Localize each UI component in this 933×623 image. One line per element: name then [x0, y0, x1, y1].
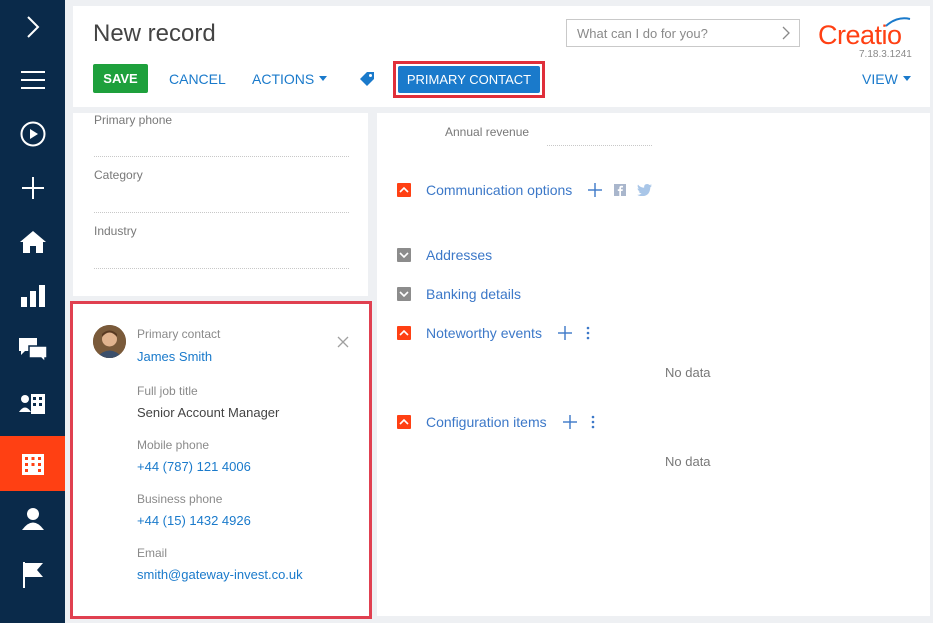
expand-toggle-icon[interactable]: [397, 287, 411, 301]
plus-icon: [21, 177, 44, 199]
category-field[interactable]: [94, 212, 349, 213]
sidebar-toggle-button[interactable]: [0, 0, 65, 54]
chevron-right-icon: [26, 16, 39, 38]
noteworthy-events-title[interactable]: Noteworthy events: [426, 325, 542, 341]
logo-arc-icon: [885, 17, 911, 27]
close-icon[interactable]: [337, 336, 349, 348]
play-circle-icon: [20, 121, 45, 147]
add-icon[interactable]: [557, 326, 572, 340]
sidebar-item-buildings[interactable]: [0, 436, 65, 491]
chevron-right-icon[interactable]: [781, 25, 791, 41]
view-label: VIEW: [862, 70, 898, 87]
configuration-items-title[interactable]: Configuration items: [426, 414, 547, 430]
job-title-value: Senior Account Manager: [137, 405, 280, 420]
tag-icon[interactable]: [359, 71, 375, 87]
expand-toggle-icon[interactable]: [397, 248, 411, 262]
page-header: New record Creatio 7.18.3.1241 SAVE CANC…: [73, 6, 930, 107]
sidebar-item-dashboards[interactable]: [0, 269, 65, 323]
facebook-icon[interactable]: [614, 184, 627, 196]
sidebar-item-feed[interactable]: [0, 323, 65, 377]
primary-contact-button[interactable]: PRIMARY CONTACT: [398, 66, 540, 93]
addresses-title[interactable]: Addresses: [426, 247, 492, 263]
banking-details-title[interactable]: Banking details: [426, 286, 521, 302]
industry-label: Industry: [94, 224, 137, 238]
industry-field[interactable]: [94, 268, 349, 269]
page-title: New record: [93, 20, 216, 47]
building-icon: [21, 453, 44, 475]
email-link[interactable]: smith@gateway-invest.co.uk: [137, 567, 303, 582]
account-fields-panel: Primary phone Category Industry: [73, 113, 368, 296]
cancel-button[interactable]: CANCEL: [169, 64, 226, 93]
group-noteworthy-events[interactable]: Noteworthy events: [397, 323, 590, 343]
primary-phone-field[interactable]: [94, 156, 349, 157]
command-search-box[interactable]: [566, 19, 800, 47]
collapse-toggle-icon[interactable]: [397, 415, 411, 429]
home-icon: [19, 231, 46, 253]
collapse-toggle-icon[interactable]: [397, 326, 411, 340]
sidebar-item-add[interactable]: [0, 161, 65, 215]
view-button[interactable]: VIEW: [862, 64, 911, 93]
category-label: Category: [94, 168, 143, 182]
sidebar-item-process[interactable]: [0, 107, 65, 161]
sidebar-menu-button[interactable]: [0, 53, 65, 107]
group-addresses[interactable]: Addresses: [397, 245, 492, 265]
annual-revenue-label: Annual revenue: [445, 125, 530, 139]
more-vertical-icon[interactable]: [591, 415, 595, 429]
add-icon[interactable]: [588, 183, 603, 197]
actions-button[interactable]: ACTIONS: [252, 64, 328, 93]
caret-down-icon: [319, 76, 328, 81]
business-phone-label: Business phone: [137, 492, 223, 506]
version-label: 7.18.3.1241: [859, 49, 912, 60]
details-panel: Annual revenue Communication options Add…: [377, 113, 930, 616]
actions-label: ACTIONS: [252, 70, 315, 87]
job-title-label: Full job title: [137, 384, 198, 398]
communication-options-title[interactable]: Communication options: [426, 182, 572, 198]
sidebar-item-flag[interactable]: [0, 548, 65, 602]
mobile-phone-link[interactable]: +44 (787) 121 4006: [137, 459, 251, 474]
caret-down-icon: [902, 76, 911, 81]
accounts-icon: [18, 394, 45, 414]
primary-contact-card: Primary contact James Smith Full job tit…: [70, 301, 372, 619]
hamburger-menu-icon: [20, 71, 45, 89]
email-label: Email: [137, 546, 168, 560]
chat-icon: [18, 338, 47, 362]
business-phone-link[interactable]: +44 (15) 1432 4926: [137, 513, 251, 528]
group-communication-options[interactable]: Communication options: [397, 180, 653, 200]
sidebar-item-accounts[interactable]: [0, 377, 65, 431]
primary-phone-label: Primary phone: [94, 113, 173, 127]
primary-contact-label: Primary contact: [137, 327, 221, 341]
collapse-toggle-icon[interactable]: [397, 183, 411, 197]
avatar: [93, 325, 126, 358]
annual-revenue-field[interactable]: [547, 145, 652, 146]
add-icon[interactable]: [562, 415, 577, 429]
sidebar-item-home[interactable]: [0, 215, 65, 269]
more-vertical-icon[interactable]: [586, 326, 590, 340]
noteworthy-events-empty: No data: [665, 365, 711, 380]
group-configuration-items[interactable]: Configuration items: [397, 412, 595, 432]
group-banking-details[interactable]: Banking details: [397, 284, 521, 304]
bar-chart-icon: [20, 285, 45, 307]
mobile-phone-label: Mobile phone: [137, 438, 210, 452]
configuration-items-empty: No data: [665, 454, 711, 469]
twitter-icon[interactable]: [637, 184, 653, 196]
sidebar: [0, 0, 65, 623]
flag-icon: [22, 562, 43, 588]
sidebar-item-contacts[interactable]: [0, 492, 65, 546]
primary-contact-name-link[interactable]: James Smith: [137, 349, 212, 364]
search-input[interactable]: [567, 20, 767, 46]
primary-contact-highlight: PRIMARY CONTACT: [393, 61, 545, 98]
contact-person-icon: [21, 508, 44, 530]
save-button[interactable]: SAVE: [93, 64, 148, 93]
